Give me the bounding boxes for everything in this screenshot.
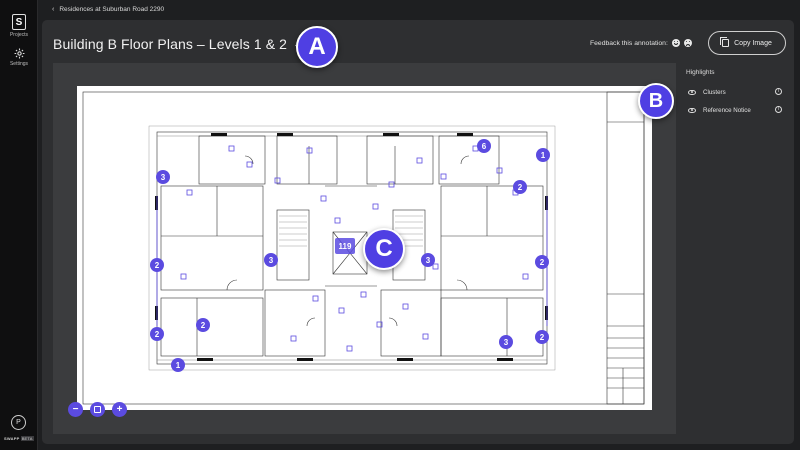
cluster-count: 1 [176, 361, 181, 370]
cluster-marker[interactable]: 6 [477, 139, 491, 153]
cluster-marker[interactable]: 2 [150, 327, 164, 341]
cluster-marker[interactable]: 3 [264, 253, 278, 267]
projects-icon-letter: S [15, 16, 23, 28]
eye-icon[interactable] [688, 89, 696, 95]
cluster-marker[interactable]: 2 [535, 330, 549, 344]
cluster-marker[interactable]: 1 [171, 358, 185, 372]
copy-image-label: Copy Image [734, 39, 772, 47]
cluster-count: 1 [541, 151, 546, 160]
callout-b: B [638, 83, 674, 119]
page-title-text: Building B Floor Plans – Levels 1 & 2 [53, 36, 288, 52]
cluster-marker[interactable]: 119 [335, 238, 355, 254]
brand-logo: SWAPP BETA [4, 436, 34, 441]
thumbs-up-smile-icon[interactable] [671, 39, 680, 47]
brand-name: SWAPP [4, 436, 20, 441]
feedback-label: Feedback this annotation: [590, 39, 668, 47]
chevron-left-icon: ‹ [52, 6, 55, 13]
cluster-marker[interactable]: 2 [535, 255, 549, 269]
cluster-marker[interactable]: 2 [196, 318, 210, 332]
highlights-panel [680, 63, 794, 434]
cluster-count: 3 [161, 173, 166, 182]
cluster-count: 2 [540, 258, 545, 267]
highlight-clusters-label: Clusters [703, 88, 726, 96]
eye-icon[interactable] [688, 107, 696, 113]
highlight-clusters[interactable]: Clusters [688, 87, 788, 97]
brand-beta-tag: BETA [20, 436, 34, 441]
zoom-in-button[interactable]: + [112, 402, 127, 417]
callout-c: C [363, 228, 405, 270]
cluster-marker[interactable]: 1 [536, 148, 550, 162]
cluster-count: 2 [540, 333, 545, 342]
cluster-marker[interactable]: 3 [421, 253, 435, 267]
cluster-count: 2 [201, 321, 206, 330]
avatar[interactable]: P [11, 415, 26, 430]
info-icon[interactable]: i [775, 88, 782, 95]
callout-a: A [296, 26, 338, 68]
nav-projects[interactable]: S Projects [0, 14, 38, 38]
fit-to-screen-button[interactable] [90, 402, 105, 417]
cluster-marker[interactable]: 3 [499, 335, 513, 349]
cluster-count: 119 [339, 242, 352, 251]
frown-icon[interactable] [683, 39, 692, 47]
cluster-count: 2 [155, 330, 160, 339]
clusters-layer: 1 3 6 2 2 2 3 3 2 2 2 3 1 119 [150, 139, 550, 372]
copy-icon [720, 37, 730, 47]
nav-projects-label: Projects [9, 32, 29, 38]
page-title[interactable]: Building B Floor Plans – Levels 1 & 2 ⌄ [53, 36, 301, 52]
cluster-marker[interactable]: 3 [156, 170, 170, 184]
fit-screen-icon [94, 406, 101, 413]
nav-settings[interactable]: Settings [0, 48, 38, 67]
cluster-count: 3 [504, 338, 509, 347]
breadcrumb-label: Residences at Suburban Road 2290 [59, 6, 165, 13]
highlight-reference-notice[interactable]: Reference Notice [688, 105, 788, 115]
nav-settings-label: Settings [9, 61, 29, 67]
cluster-count: 3 [269, 256, 274, 265]
breadcrumb[interactable]: ‹ Residences at Suburban Road 2290 [52, 6, 164, 13]
info-icon[interactable]: i [775, 106, 782, 113]
cluster-count: 6 [482, 142, 487, 151]
cluster-count: 3 [426, 256, 431, 265]
gear-icon [14, 48, 24, 59]
cluster-marker[interactable]: 2 [513, 180, 527, 194]
cluster-count: 2 [518, 183, 523, 192]
zoom-out-button[interactable]: − [68, 402, 83, 417]
cluster-marker[interactable]: 2 [150, 258, 164, 272]
highlight-reference-notice-label: Reference Notice [703, 106, 751, 114]
highlights-title: Highlights [686, 69, 715, 76]
feedback-bar: Feedback this annotation: [590, 39, 692, 47]
copy-image-button[interactable]: Copy Image [708, 31, 786, 55]
cluster-count: 2 [155, 261, 160, 270]
left-rail: S Projects Settings P SWAPP BETA [0, 0, 38, 450]
projects-icon: S [12, 14, 26, 30]
